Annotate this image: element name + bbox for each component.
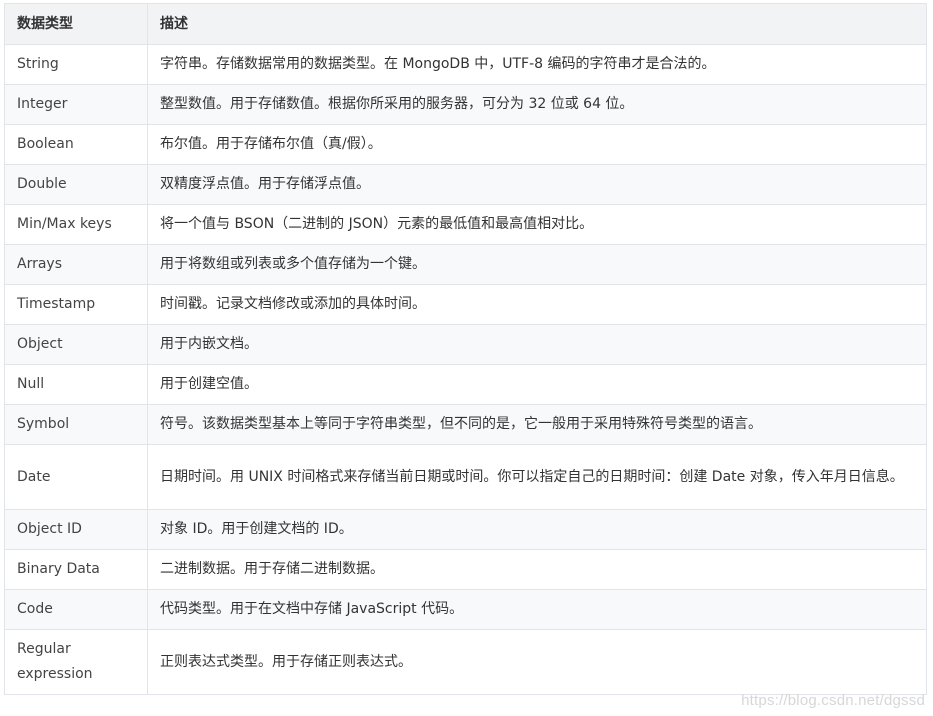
table-row: Double 双精度浮点值。用于存储浮点值。 bbox=[4, 164, 927, 205]
description-cell: 用于将数组或列表或多个值存储为一个键。 bbox=[147, 244, 927, 285]
watermark: https://blog.csdn.net/dgssd bbox=[741, 692, 925, 709]
table-row: Timestamp 时间戳。记录文档修改或添加的具体时间。 bbox=[4, 284, 927, 325]
description-cell: 日期时间。用 UNIX 时间格式来存储当前日期或时间。你可以指定自己的日期时间：… bbox=[147, 444, 927, 510]
table-row: Symbol 符号。该数据类型基本上等同于字符串类型，但不同的是，它一般用于采用… bbox=[4, 404, 927, 445]
description-cell: 整型数值。用于存储数值。根据你所采用的服务器，可分为 32 位或 64 位。 bbox=[147, 84, 927, 125]
table-row: Boolean 布尔值。用于存储布尔值（真/假）。 bbox=[4, 124, 927, 165]
description-cell: 时间戳。记录文档修改或添加的具体时间。 bbox=[147, 284, 927, 325]
type-cell: Double bbox=[4, 164, 148, 205]
type-cell: String bbox=[4, 44, 148, 85]
description-cell: 对象 ID。用于创建文档的 ID。 bbox=[147, 509, 927, 550]
table-row: Null 用于创建空值。 bbox=[4, 364, 927, 405]
type-cell: Arrays bbox=[4, 244, 148, 285]
column-header-description: 描述 bbox=[147, 3, 927, 45]
table-row: Arrays 用于将数组或列表或多个值存储为一个键。 bbox=[4, 244, 927, 285]
type-cell: Binary Data bbox=[4, 549, 148, 590]
type-cell: Regular expression bbox=[4, 629, 148, 695]
type-cell: Object ID bbox=[4, 509, 148, 550]
table-header-row: 数据类型 描述 bbox=[4, 3, 927, 45]
type-cell: Null bbox=[4, 364, 148, 405]
data-types-table: 数据类型 描述 String 字符串。存储数据常用的数据类型。在 MongoDB… bbox=[4, 3, 927, 695]
data-types-table-container: 数据类型 描述 String 字符串。存储数据常用的数据类型。在 MongoDB… bbox=[4, 3, 927, 695]
table-row: Object ID 对象 ID。用于创建文档的 ID。 bbox=[4, 509, 927, 550]
description-cell: 用于创建空值。 bbox=[147, 364, 927, 405]
table-row: Min/Max keys 将一个值与 BSON（二进制的 JSON）元素的最低值… bbox=[4, 204, 927, 245]
type-cell: Object bbox=[4, 324, 148, 365]
table-row: Binary Data 二进制数据。用于存储二进制数据。 bbox=[4, 549, 927, 590]
type-cell: Date bbox=[4, 444, 148, 510]
table-row: String 字符串。存储数据常用的数据类型。在 MongoDB 中，UTF-8… bbox=[4, 44, 927, 85]
type-cell: Min/Max keys bbox=[4, 204, 148, 245]
description-cell: 符号。该数据类型基本上等同于字符串类型，但不同的是，它一般用于采用特殊符号类型的… bbox=[147, 404, 927, 445]
description-cell: 双精度浮点值。用于存储浮点值。 bbox=[147, 164, 927, 205]
type-cell: Symbol bbox=[4, 404, 148, 445]
type-cell: Integer bbox=[4, 84, 148, 125]
description-cell: 将一个值与 BSON（二进制的 JSON）元素的最低值和最高值相对比。 bbox=[147, 204, 927, 245]
table-row: Object 用于内嵌文档。 bbox=[4, 324, 927, 365]
description-cell: 用于内嵌文档。 bbox=[147, 324, 927, 365]
table-row: Integer 整型数值。用于存储数值。根据你所采用的服务器，可分为 32 位或… bbox=[4, 84, 927, 125]
table-row: Code 代码类型。用于在文档中存储 JavaScript 代码。 bbox=[4, 589, 927, 630]
description-cell: 正则表达式类型。用于存储正则表达式。 bbox=[147, 629, 927, 695]
type-cell: Code bbox=[4, 589, 148, 630]
description-cell: 字符串。存储数据常用的数据类型。在 MongoDB 中，UTF-8 编码的字符串… bbox=[147, 44, 927, 85]
column-header-type: 数据类型 bbox=[4, 3, 148, 45]
table-row: Date 日期时间。用 UNIX 时间格式来存储当前日期或时间。你可以指定自己的… bbox=[4, 444, 927, 510]
type-cell: Timestamp bbox=[4, 284, 148, 325]
table-row: Regular expression 正则表达式类型。用于存储正则表达式。 bbox=[4, 629, 927, 695]
description-cell: 代码类型。用于在文档中存储 JavaScript 代码。 bbox=[147, 589, 927, 630]
type-cell: Boolean bbox=[4, 124, 148, 165]
description-cell: 二进制数据。用于存储二进制数据。 bbox=[147, 549, 927, 590]
description-cell: 布尔值。用于存储布尔值（真/假）。 bbox=[147, 124, 927, 165]
